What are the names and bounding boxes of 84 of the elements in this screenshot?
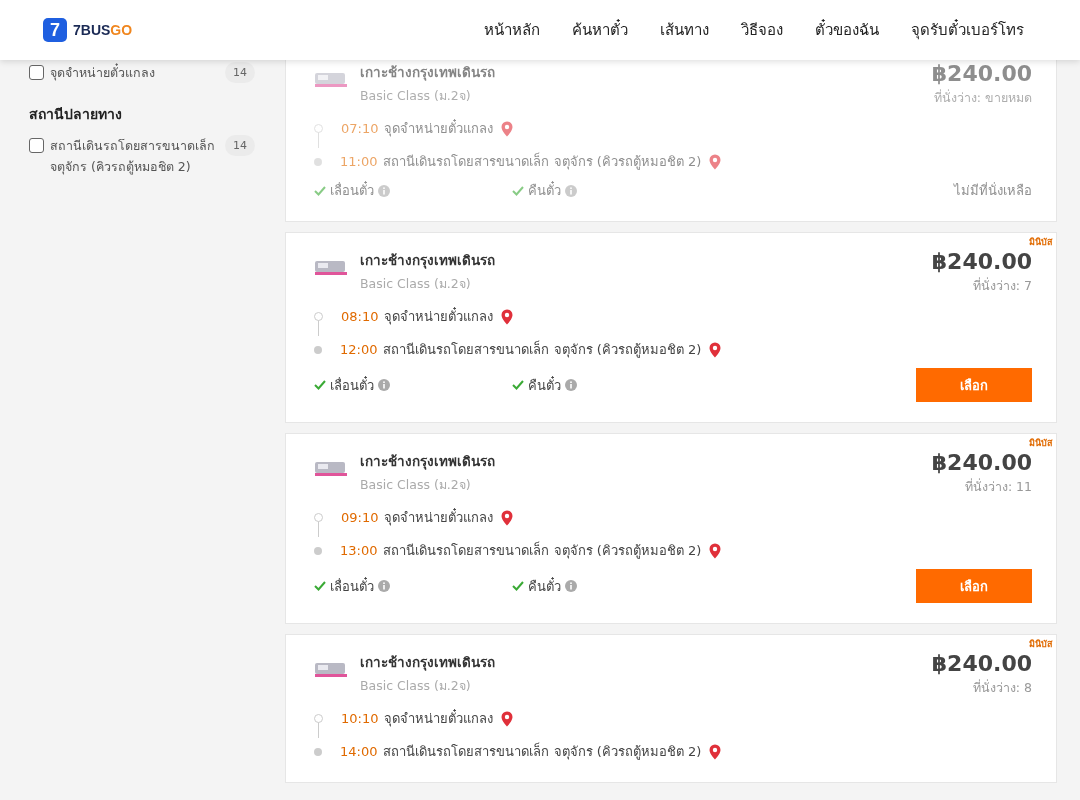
vehicle-type-label: มินิบัส <box>1029 638 1052 651</box>
vehicle-type-label: มินิบัส <box>1029 437 1052 450</box>
bus-logo-icon <box>314 460 348 478</box>
feature-label: คืนตั๋ว <box>528 576 561 596</box>
check-icon <box>314 380 326 390</box>
filter-label[interactable]: จุดจำหน่ายตั๋วแกลง <box>50 62 217 83</box>
check-icon <box>314 581 326 591</box>
stop-place: สถานีเดินรถโดยสารขนาดเล็ก จตุจักร (คิวรถตู้หมอชิต 2) <box>383 540 702 561</box>
bus-logo-icon <box>314 661 348 679</box>
feature-label: คืนตั๋ว <box>528 375 561 395</box>
stop-place: สถานีเดินรถโดยสารขนาดเล็ก จตุจักร (คิวรถตู้หมอชิต 2) <box>383 151 702 172</box>
seats-available: ที่นั่งว่าง: ขายหมด <box>932 88 1032 107</box>
logo-text[interactable]: 7BUSGO <box>73 22 133 38</box>
logo-icon[interactable]: 7 <box>43 18 67 42</box>
map-pin-icon[interactable] <box>501 509 514 526</box>
vehicle-type-label: มินิบัส <box>1029 236 1052 249</box>
timeline-dot <box>314 546 322 555</box>
timeline-dot <box>314 124 323 133</box>
map-pin-icon[interactable] <box>501 710 514 727</box>
bus-logo-icon <box>314 259 348 277</box>
checkbox[interactable] <box>29 138 44 153</box>
checkbox[interactable] <box>29 65 44 80</box>
stop-time: 14:00 <box>340 744 378 759</box>
check-icon <box>314 185 326 196</box>
map-pin-icon[interactable] <box>709 542 722 559</box>
feature-label: เลื่อนตั๋ว <box>330 576 374 596</box>
nav-link[interactable]: ค้นหาตั๋ว <box>572 18 628 42</box>
operator-name: เกาะช้างกรุงเทพเดินรถ <box>360 63 496 83</box>
feature-label: เลื่อนตั๋ว <box>330 375 374 395</box>
stop-time: 09:10 <box>341 510 379 525</box>
stop-place: จุดจำหน่ายตั๋วแกลง <box>384 507 494 528</box>
no-seats-note: ไม่มีที่นั่งเหลือ <box>954 181 1032 200</box>
stop-place: จุดจำหน่ายตั๋วแกลง <box>384 708 494 729</box>
map-pin-icon[interactable] <box>709 743 722 760</box>
nav-link[interactable]: วิธีจอง <box>741 18 783 42</box>
price: ฿240.00 <box>931 450 1032 475</box>
filter-label[interactable]: สถานีเดินรถโดยสารขนาดเล็ก จตุจักร (คิวรถตู้หมอชิต 2) <box>50 135 217 177</box>
info-icon[interactable] <box>565 379 577 391</box>
map-pin-icon[interactable] <box>709 153 722 170</box>
info-icon[interactable] <box>565 580 577 592</box>
nav-link[interactable]: จุดรับตั๋วเบอร์โทร <box>911 18 1024 42</box>
stop-time: 07:10 <box>341 121 379 136</box>
info-icon[interactable] <box>378 379 390 391</box>
nav-link[interactable]: เส้นทาง <box>660 18 709 42</box>
check-icon <box>512 380 524 390</box>
feature-label: คืนตั๋ว <box>528 180 561 200</box>
nav-link[interactable]: หน้าหลัก <box>484 18 540 42</box>
seats-available: ที่นั่งว่าง: 8 <box>971 678 1032 697</box>
stop-place: สถานีเดินรถโดยสารขนาดเล็ก จตุจักร (คิวรถตู้หมอชิต 2) <box>383 339 702 360</box>
price: ฿240.00 <box>931 249 1032 274</box>
feature-label: เลื่อนตั๋ว <box>330 180 374 200</box>
bus-class: Basic Class (ม.2จ) <box>360 275 472 293</box>
bus-class: Basic Class (ม.2จ) <box>360 476 472 494</box>
count-badge: 14 <box>225 62 255 83</box>
count-badge: 14 <box>225 135 255 156</box>
timeline-dot <box>314 345 322 354</box>
price: ฿240.00 <box>931 61 1032 86</box>
operator-name: เกาะช้างกรุงเทพเดินรถ <box>360 251 496 271</box>
bus-logo-icon <box>314 71 348 89</box>
bus-class: Basic Class (ม.2จ) <box>360 677 472 695</box>
check-icon <box>512 185 524 196</box>
stop-time: 12:00 <box>340 342 378 357</box>
seats-available: ที่นั่งว่าง: 11 <box>963 477 1032 496</box>
info-icon[interactable] <box>378 580 390 592</box>
check-icon <box>512 581 524 591</box>
stop-time: 08:10 <box>341 309 379 324</box>
map-pin-icon[interactable] <box>709 341 722 358</box>
stop-time: 13:00 <box>340 543 378 558</box>
price: ฿240.00 <box>931 651 1032 676</box>
stop-place: สถานีเดินรถโดยสารขนาดเล็ก จตุจักร (คิวรถตู้หมอชิต 2) <box>383 741 702 762</box>
map-pin-icon[interactable] <box>501 308 514 325</box>
map-pin-icon[interactable] <box>501 120 514 137</box>
nav-link[interactable]: ตั๋วของฉัน <box>815 18 879 42</box>
seats-available: ที่นั่งว่าง: 7 <box>971 276 1032 295</box>
stop-place: จุดจำหน่ายตั๋วแกลง <box>384 118 494 139</box>
operator-name: เกาะช้างกรุงเทพเดินรถ <box>360 452 496 472</box>
timeline-dot <box>314 157 322 166</box>
bus-class: Basic Class (ม.2จ) <box>360 87 472 105</box>
stop-time: 10:10 <box>341 711 379 726</box>
filter-group-title: สถานีปลายทาง <box>29 105 123 124</box>
timeline-dot <box>314 747 322 756</box>
stop-place: จุดจำหน่ายตั๋วแกลง <box>384 306 494 327</box>
stop-time: 11:00 <box>340 154 378 169</box>
operator-name: เกาะช้างกรุงเทพเดินรถ <box>360 653 496 673</box>
